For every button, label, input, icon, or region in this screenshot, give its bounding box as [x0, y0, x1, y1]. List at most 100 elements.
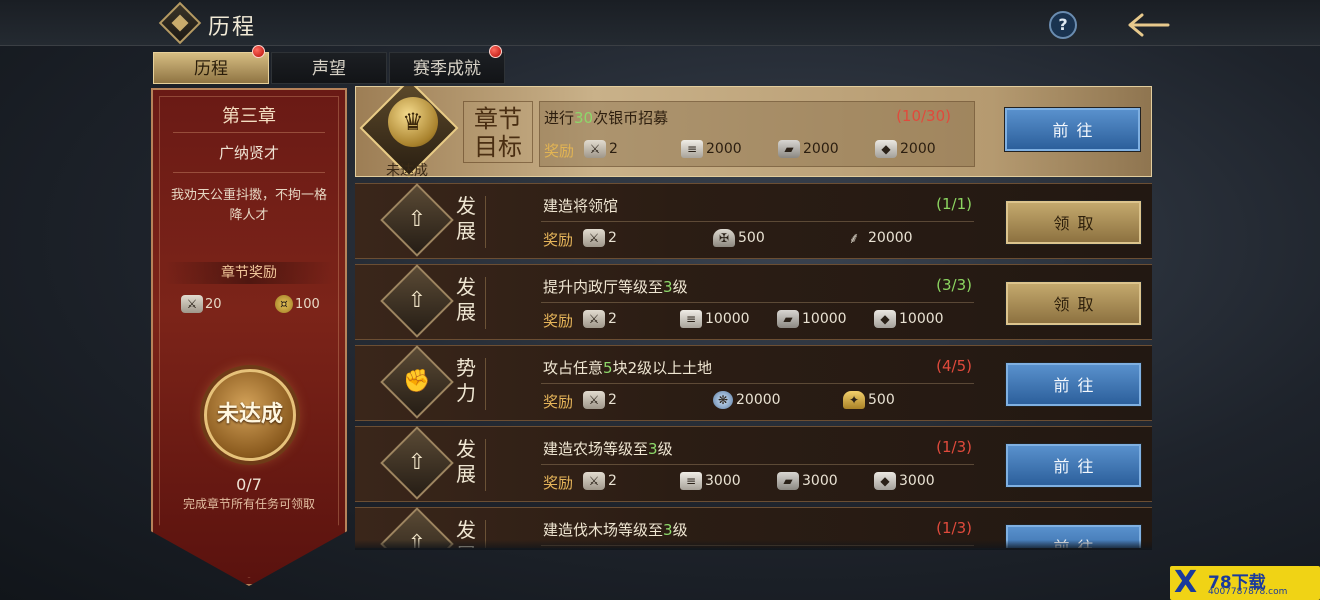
reward-value: 500 — [738, 230, 765, 246]
page-title: 历程 — [208, 15, 257, 40]
reward-item: ▰ 2000 — [778, 140, 839, 158]
category-char: 势 — [456, 356, 476, 380]
tab-season-achievements[interactable]: 赛季成就 — [389, 52, 505, 84]
task-list[interactable]: ♛ 未达成 章节 目标 进行30次银币招募 (10/30) 奖励 ⚔ 2 ≡ 200… — [355, 86, 1152, 548]
task-text-part: 建造将领馆 — [543, 197, 619, 215]
reward-label: 奖励 — [543, 474, 574, 492]
iron-icon: ▰ — [777, 310, 799, 328]
chapter-reward-coin: ¤ 100 — [275, 295, 320, 313]
divider — [485, 277, 486, 329]
medal-icon: ⚔ — [583, 229, 605, 247]
reward-item: ≡ 3000 — [680, 472, 741, 490]
help-button[interactable]: ? — [1049, 11, 1077, 39]
reward-item: ⚔ 2 — [583, 391, 617, 409]
task-text-part: 建造农场等级至 — [543, 440, 649, 458]
claim-button[interactable]: 领取 — [1005, 200, 1142, 245]
reward-value: 2 — [609, 141, 618, 157]
reward-item: ◆ 3000 — [874, 472, 935, 490]
reward-value: 20000 — [736, 392, 781, 408]
task-text: 建造伐木场等级至3级 — [543, 519, 688, 540]
gold-shield-icon: ✦ — [843, 391, 865, 409]
reward-label: 奖励 — [543, 393, 574, 411]
watermark-logo: X 78下载 4007787878.com — [1170, 566, 1320, 600]
divider — [541, 383, 974, 384]
go-button[interactable]: 前往 — [1005, 362, 1142, 407]
chapter-title: 第三章 — [222, 106, 276, 127]
chapter-reward-label: 章节奖励 — [165, 262, 333, 284]
chapter-progress: 0/7 — [236, 475, 262, 494]
medal-icon: ⚔ — [181, 295, 203, 313]
task-number: 3 — [663, 278, 673, 296]
task-number: 30 — [574, 109, 594, 127]
reward-label: 奖励 — [543, 312, 574, 330]
notification-dot — [489, 45, 502, 58]
divider — [173, 172, 325, 173]
goal-title-line: 目标 — [474, 133, 522, 161]
stone-icon: ◆ — [874, 310, 896, 328]
reward-value: 3000 — [899, 473, 935, 489]
reward-value: 2 — [608, 311, 617, 327]
tab-history[interactable]: 历程 — [153, 52, 269, 84]
reward-item: ⚔ 2 — [583, 472, 617, 490]
divider — [541, 464, 974, 465]
reward-value: 20 — [205, 296, 222, 312]
task-text: 提升内政厅等级至3级 — [543, 276, 688, 297]
reward-value: 10000 — [705, 311, 750, 327]
reward-item: ❋ 20000 — [713, 391, 781, 409]
reward-label: 奖励 — [543, 231, 574, 249]
chapter-description: 我劝天公重抖擞，不拘一格降人才 — [171, 188, 328, 223]
chapter-hint: 完成章节所有任务可领取 — [182, 497, 315, 511]
reward-value: 2000 — [706, 141, 742, 157]
reward-item: ◆ 2000 — [875, 140, 936, 158]
divider — [485, 439, 486, 491]
reward-value: 10000 — [802, 311, 847, 327]
reward-value: 2 — [608, 392, 617, 408]
stone-icon: ◆ — [874, 472, 896, 490]
medal-icon: ⚔ — [583, 472, 605, 490]
divider — [541, 302, 974, 303]
reward-item: ✦ 500 — [843, 391, 895, 409]
blue-orb-icon: ❋ — [713, 391, 733, 409]
reward-item: ▰ 10000 — [777, 310, 847, 328]
watermark-url: 4007787878.com — [1208, 587, 1288, 597]
wheat-icon: ⸙ — [848, 229, 860, 247]
chapter-status-seal[interactable]: 未达成 — [204, 369, 296, 461]
silver-icon: ≡ — [680, 310, 702, 328]
divider — [541, 221, 974, 222]
task-row: ⇧ 发 展 建造将领馆 (1/1) 奖励 ⚔ 2 ✠ 500 ⸙ 20000 领取 — [355, 183, 1152, 259]
divider — [173, 132, 325, 133]
claim-button[interactable]: 领取 — [1005, 281, 1142, 326]
go-button[interactable]: 前往 — [1005, 443, 1142, 488]
reward-value: 100 — [295, 296, 320, 312]
task-text: 建造农场等级至3级 — [543, 438, 673, 459]
reward-value: 2000 — [803, 141, 839, 157]
reward-value: 3000 — [705, 473, 741, 489]
task-text: 次银币招募 — [593, 109, 669, 127]
reward-item: ⸙ 20000 — [843, 229, 913, 247]
goal-go-button[interactable]: 前往 — [1004, 107, 1141, 152]
scroll-fade — [355, 540, 1152, 550]
goal-title-line: 章节 — [474, 105, 522, 133]
category-char: 发 — [456, 275, 476, 299]
chapter-reward-medal: ⚔ 20 — [181, 295, 222, 313]
tab-reputation[interactable]: 声望 — [271, 52, 387, 84]
back-arrow-icon[interactable] — [1128, 13, 1170, 37]
goal-task: 进行30次银币招募 — [544, 107, 668, 128]
task-progress: (1/1) — [936, 195, 972, 213]
chapter-panel: 第三章 广纳贤才 我劝天公重抖擞，不拘一格降人才 章节奖励 ⚔ 20 ¤ 100… — [151, 88, 347, 586]
reward-label: 奖励 — [544, 142, 575, 160]
medal-icon: ⚔ — [583, 391, 605, 409]
silver-icon: ≡ — [681, 140, 703, 158]
task-text-part: 提升内政厅等级至 — [543, 278, 664, 296]
goal-status: 未达成 — [386, 163, 428, 179]
task-row: ⇧ 发 展 提升内政厅等级至3级 (3/3) 奖励 ⚔ 2 ≡ 10000 ▰ 100… — [355, 264, 1152, 340]
reward-value: 10000 — [899, 311, 944, 327]
reward-item: ⚔ 2 — [583, 229, 617, 247]
reward-item: ≡ 2000 — [681, 140, 742, 158]
reward-value: 20000 — [868, 230, 913, 246]
task-text: 进行 — [544, 109, 575, 127]
fist-icon: ✊ — [403, 369, 431, 394]
category-char: 发 — [456, 194, 476, 218]
tab-bar: 历程 声望 赛季成就 — [153, 45, 506, 84]
task-category: 势 力 — [453, 356, 479, 406]
